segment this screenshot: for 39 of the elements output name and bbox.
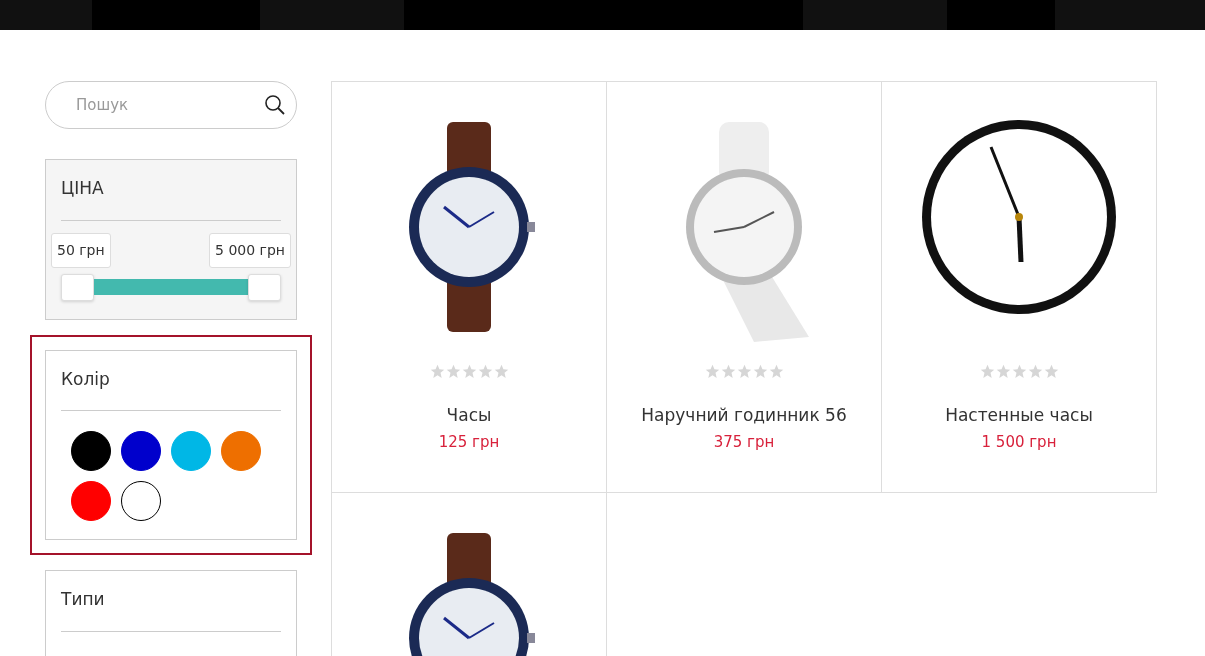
color-swatch[interactable] [171,431,211,471]
color-swatch[interactable] [71,431,111,471]
product-price: 125 грн [438,431,500,453]
star-icon [1027,364,1043,379]
product-price: 375 грн [713,431,775,453]
search-field[interactable]: Пошук [45,81,297,129]
star-icon [461,364,477,379]
filter-title: Колір [61,366,281,411]
watch-drawing[interactable] [409,533,535,656]
filter-title: Типи [61,587,281,632]
slider-handle[interactable] [248,273,281,301]
color-swatch[interactable] [121,431,161,471]
min-price-field[interactable]: 50 грн [51,232,111,268]
star-icon [1011,364,1027,379]
star-icon [477,364,493,379]
watch-drawing[interactable] [409,122,535,332]
product-price: 1 500 грн [981,431,1057,453]
product-name[interactable]: Часы [446,403,492,429]
star-icon [768,364,784,379]
color-swatch[interactable] [221,431,261,471]
star-icon [493,364,509,379]
clock-drawing[interactable] [922,120,1116,314]
star-icon [445,364,461,379]
max-price-field[interactable]: 5 000 грн [209,232,291,268]
color-swatch[interactable] [71,481,111,521]
star-icon [995,364,1011,379]
product-name[interactable]: Наручний годинник 56 [641,403,847,429]
product-name[interactable]: Настенные часы [945,403,1093,429]
star-icon [704,364,720,379]
color-swatch[interactable] [121,481,161,521]
search-icon[interactable] [264,94,286,116]
star-icon [979,364,995,379]
star-icon [736,364,752,379]
slider-handle[interactable] [61,273,94,301]
filter-title: ЦІНА [61,176,281,221]
star-icon [720,364,736,379]
star-icon [1043,364,1059,379]
star-icon [752,364,768,379]
star-icon [429,364,445,379]
